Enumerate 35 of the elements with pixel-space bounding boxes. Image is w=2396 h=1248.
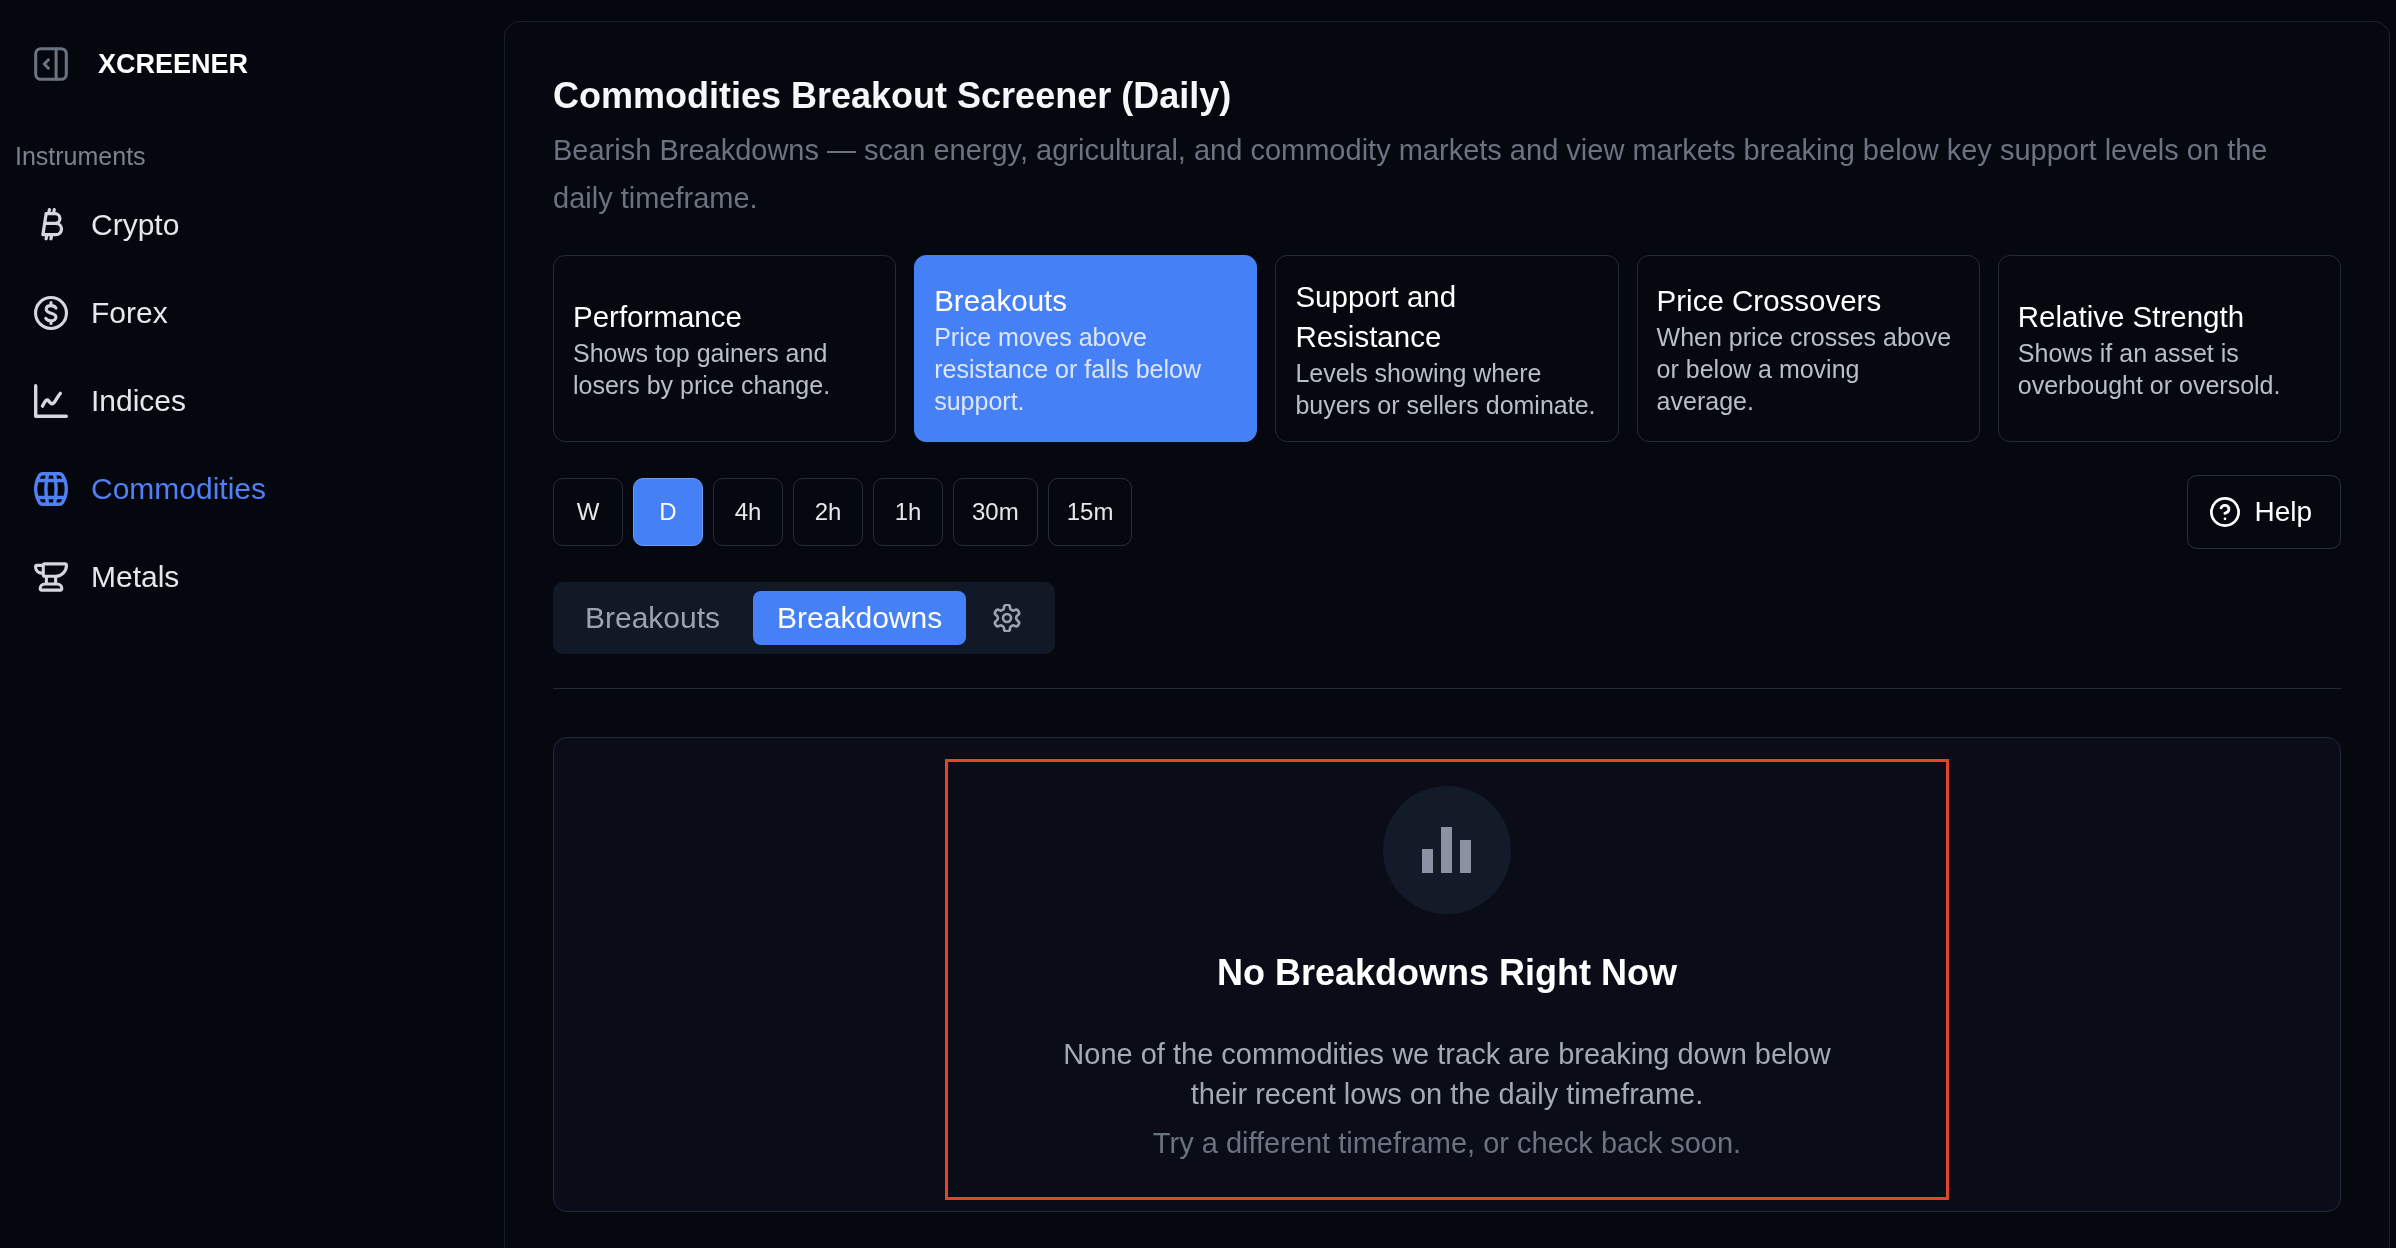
segment-tab[interactable]: Breakdowns	[753, 591, 967, 645]
line-chart-icon	[34, 384, 68, 418]
timeframe-button[interactable]: 2h	[793, 478, 863, 546]
barrel-icon	[34, 472, 68, 506]
timeframe-button[interactable]: W	[553, 478, 623, 546]
screener-card[interactable]: Price Crossovers When price crosses above or below a moving average.	[1636, 255, 1980, 442]
empty-state-hint: Try a different timeframe, or check back soon.	[1152, 1126, 1742, 1161]
timeframe-button[interactable]: 15m	[1047, 478, 1133, 546]
settings-icon[interactable]	[993, 604, 1022, 632]
bar-chart-icon	[1383, 786, 1511, 914]
timeframe-button[interactable]: 4h	[713, 478, 783, 546]
help-icon	[2210, 497, 2241, 527]
screener-card[interactable]: Breakouts Price moves above resistance or falls below support.	[914, 255, 1258, 442]
page-subtitle: Bearish Breakdowns — scan energy, agricultural, and commodity markets and view markets breaking below key support levels on the daily timeframe.	[553, 133, 2269, 216]
section-label: Instruments	[14, 141, 146, 171]
timeframe-button[interactable]: D	[633, 478, 703, 546]
empty-state-title: No Breakdowns Right Now	[1217, 952, 1677, 994]
sidebar-toggle-icon[interactable]	[34, 47, 68, 81]
screener-card[interactable]: Relative Strength Shows if an asset is overbought or oversold.	[1997, 255, 2341, 442]
sidebar-item[interactable]: Indices	[34, 369, 187, 433]
timeframe-button[interactable]: 1h	[873, 478, 943, 546]
sidebar-item[interactable]: Crypto	[34, 193, 180, 257]
sidebar-item[interactable]: Commodities	[34, 457, 267, 521]
screener-card[interactable]: Support and Resistance Levels showing where buyers or sellers dominate.	[1275, 255, 1619, 442]
dollar-circle-icon	[34, 296, 68, 330]
empty-state-message: None of the commodities we track are breaking down below their recent lows on the daily timeframe.	[1062, 1037, 1832, 1112]
timeframe-button[interactable]: 30m	[953, 478, 1038, 546]
brand-name: XCREENER	[98, 48, 249, 81]
sidebar-item[interactable]: Forex	[34, 281, 168, 345]
sidebar-item[interactable]: Metals	[34, 545, 180, 609]
anvil-icon	[34, 560, 68, 594]
help-button[interactable]: Help	[2187, 475, 2341, 549]
screener-card[interactable]: Performance Shows top gainers and losers by price change.	[553, 255, 897, 442]
page-title: Commodities Breakout Screener (Daily)	[553, 74, 1233, 118]
segment-tab[interactable]: Breakouts	[561, 591, 745, 645]
